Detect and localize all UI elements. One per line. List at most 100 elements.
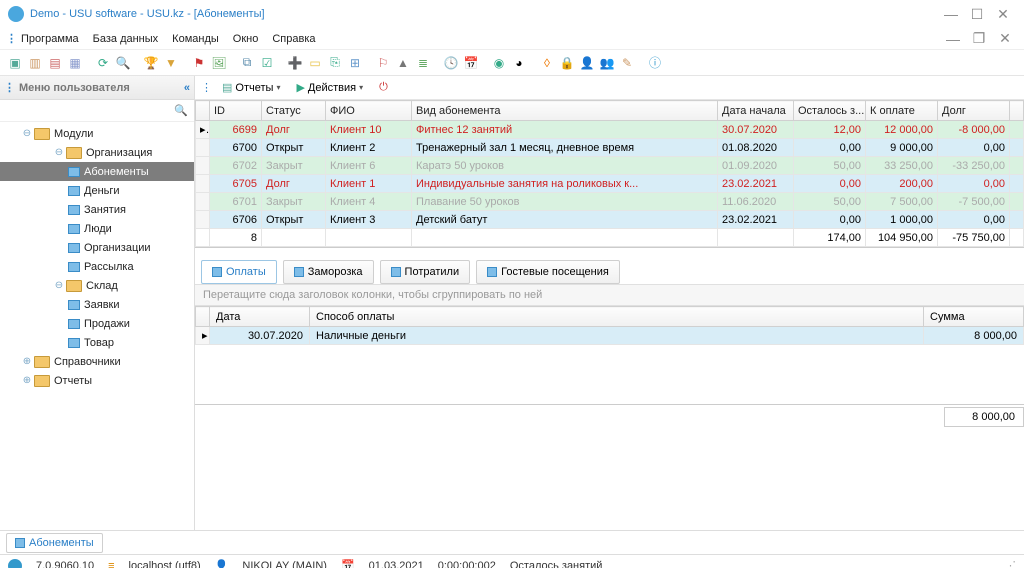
- tab-payments[interactable]: Оплаты: [201, 260, 277, 284]
- folder-icon: [66, 147, 82, 159]
- toolbar-note-icon[interactable]: ▭: [306, 54, 324, 72]
- toolbar-btn-2[interactable]: ▥: [26, 54, 44, 72]
- grid-row[interactable]: 6700ОткрытКлиент 2Тренажерный зал 1 меся…: [196, 139, 1024, 157]
- menu-commands[interactable]: Команды: [172, 33, 219, 45]
- menu-database[interactable]: База данных: [93, 33, 159, 45]
- tree-people[interactable]: Люди: [0, 219, 194, 238]
- toolbar-calendar-icon[interactable]: 📅: [462, 54, 480, 72]
- tree-modules[interactable]: ⊖Модули: [0, 124, 194, 143]
- toolbar-lock-icon[interactable]: 🔒: [558, 54, 576, 72]
- mdi-minimize-button[interactable]: —: [940, 30, 966, 48]
- grid-row[interactable]: 6705ДолгКлиент 1Индивидуальные занятия н…: [196, 175, 1024, 193]
- reports-button[interactable]: ▤Отчеты▾: [216, 78, 286, 98]
- toolbar-users-icon[interactable]: 👥: [598, 54, 616, 72]
- toolbar-user-icon[interactable]: 👤: [578, 54, 596, 72]
- calendar-icon: 📅: [341, 559, 355, 568]
- sidebar: ⋮ Меню пользователя « 🔍 ⊖Модули ⊖Организ…: [0, 76, 195, 530]
- toolbar-flag2-icon[interactable]: ⚐: [374, 54, 392, 72]
- tree-goods[interactable]: Товар: [0, 333, 194, 352]
- toolbar-rss-icon[interactable]: ◊: [538, 54, 556, 72]
- toolbar-btn-3[interactable]: ▤: [46, 54, 64, 72]
- toolbar-info-icon[interactable]: ⓘ: [646, 54, 664, 72]
- item-icon: [68, 224, 80, 234]
- tab-freeze[interactable]: Заморозка: [283, 260, 374, 284]
- menubar-grip-icon: ⋮: [6, 32, 17, 45]
- col-pay: К оплате: [866, 101, 938, 121]
- tree-warehouse[interactable]: ⊖Склад: [0, 276, 194, 295]
- toolbar-btn-1[interactable]: ▣: [6, 54, 24, 72]
- status-host: localhost (utf8): [129, 560, 201, 568]
- power-button[interactable]: ⏻: [373, 78, 394, 98]
- tree-lessons[interactable]: Занятия: [0, 200, 194, 219]
- cell-sum: 8 000,00: [924, 327, 1024, 345]
- grid-row[interactable]: 6706ОткрытКлиент 3Детский батут23.02.202…: [196, 211, 1024, 229]
- content-area: ⋮ ▤Отчеты▾ ▶Действия▾ ⏻ ID Статус ФИО Ви…: [195, 76, 1024, 530]
- toolbar-search-icon[interactable]: 🔍: [114, 54, 132, 72]
- grid-header-row[interactable]: ID Статус ФИО Вид абонемента Дата начала…: [196, 101, 1024, 121]
- toolbar-key-icon[interactable]: ✎: [618, 54, 636, 72]
- subgrid-row[interactable]: ▸ 30.07.2020 Наличные деньги 8 000,00: [196, 327, 1024, 345]
- tree-sales[interactable]: Продажи: [0, 314, 194, 333]
- toolbar-form-icon[interactable]: ⧉: [238, 54, 256, 72]
- toolbar-filter-icon[interactable]: ▼: [162, 54, 180, 72]
- tree-money[interactable]: Деньги: [0, 181, 194, 200]
- resize-grip-icon[interactable]: ⋰: [1005, 559, 1016, 568]
- item-icon: [68, 319, 80, 329]
- payments-grid[interactable]: Дата Способ оплаты Сумма ▸ 30.07.2020 На…: [195, 306, 1024, 429]
- footer-debt: -75 750,00: [938, 229, 1010, 247]
- menu-help[interactable]: Справка: [272, 33, 315, 45]
- cell-date: 30.07.2020: [210, 327, 310, 345]
- maximize-button[interactable]: ☐: [964, 5, 990, 23]
- menu-program[interactable]: Программа: [21, 33, 79, 45]
- window-title: Demo - USU software - USU.kz - [Абонемен…: [30, 8, 265, 20]
- toolbar-btn-4[interactable]: ▦: [66, 54, 84, 72]
- tree-directories[interactable]: ⊕Справочники: [0, 352, 194, 371]
- sidebar-title: Меню пользователя: [19, 82, 130, 94]
- subcol-date: Дата: [210, 307, 310, 327]
- mdi-close-button[interactable]: ✕: [992, 30, 1018, 48]
- toolbar-check-icon[interactable]: ☑: [258, 54, 276, 72]
- menu-window[interactable]: Окно: [233, 33, 259, 45]
- tab-guest[interactable]: Гостевые посещения: [476, 260, 620, 284]
- toolbar-flag-icon[interactable]: ⚑: [190, 54, 208, 72]
- toolbar-shape-icon[interactable]: ▲: [394, 54, 412, 72]
- tab-icon: [487, 267, 497, 277]
- toolbar-export-icon[interactable]: ⎘: [326, 54, 344, 72]
- status-version: 7.0.9060.10: [36, 560, 94, 568]
- item-icon: [68, 186, 80, 196]
- main-grid[interactable]: ID Статус ФИО Вид абонемента Дата начала…: [195, 100, 1024, 248]
- toolbar-trophy-icon[interactable]: 🏆: [142, 54, 160, 72]
- toolbar-color-icon[interactable]: ◕: [510, 54, 528, 72]
- col-date: Дата начала: [718, 101, 794, 121]
- tree-mailing[interactable]: Рассылка: [0, 257, 194, 276]
- sidebar-chevron-icon[interactable]: «: [184, 82, 190, 94]
- grid-row[interactable]: 6702ЗакрытКлиент 6Каратэ 50 уроков01.09.…: [196, 157, 1024, 175]
- col-type: Вид абонемента: [412, 101, 718, 121]
- doctab-subscriptions[interactable]: Абонементы: [6, 533, 103, 553]
- tree-organizations[interactable]: Организации: [0, 238, 194, 257]
- toolbar-btn-x[interactable]: ⊞: [346, 54, 364, 72]
- db-icon: ≡: [108, 560, 114, 568]
- tree-organization[interactable]: ⊖Организация: [0, 143, 194, 162]
- tree-reports[interactable]: ⊕Отчеты: [0, 371, 194, 390]
- minimize-button[interactable]: —: [938, 5, 964, 23]
- close-button[interactable]: ✕: [990, 5, 1016, 23]
- subgrid-header-row[interactable]: Дата Способ оплаты Сумма: [196, 307, 1024, 327]
- toolbar-refresh-icon[interactable]: ⟳: [94, 54, 112, 72]
- toolbar-layers-icon[interactable]: ≣: [414, 54, 432, 72]
- grid-row[interactable]: 6701ЗакрытКлиент 4Плавание 50 уроков11.0…: [196, 193, 1024, 211]
- mdi-restore-button[interactable]: ❐: [966, 30, 992, 48]
- actions-button[interactable]: ▶Действия▾: [290, 78, 369, 98]
- tab-spent[interactable]: Потратили: [380, 260, 471, 284]
- toolbar-image-icon[interactable]: 🖼: [210, 54, 228, 72]
- tree-requests[interactable]: Заявки: [0, 295, 194, 314]
- sidebar-search[interactable]: 🔍: [0, 100, 194, 122]
- subgrid-footer-sum: 8 000,00: [944, 407, 1024, 427]
- tree-subscriptions[interactable]: Абонементы: [0, 162, 194, 181]
- toolbar-clock-icon[interactable]: 🕓: [442, 54, 460, 72]
- toolbar-world-icon[interactable]: ◉: [490, 54, 508, 72]
- grid-row[interactable]: ▸6699ДолгКлиент 10Фитнес 12 занятий30.07…: [196, 121, 1024, 139]
- toolbar-add-icon[interactable]: ➕: [286, 54, 304, 72]
- tab-icon: [294, 267, 304, 277]
- group-hint[interactable]: Перетащите сюда заголовок колонки, чтобы…: [195, 284, 1024, 306]
